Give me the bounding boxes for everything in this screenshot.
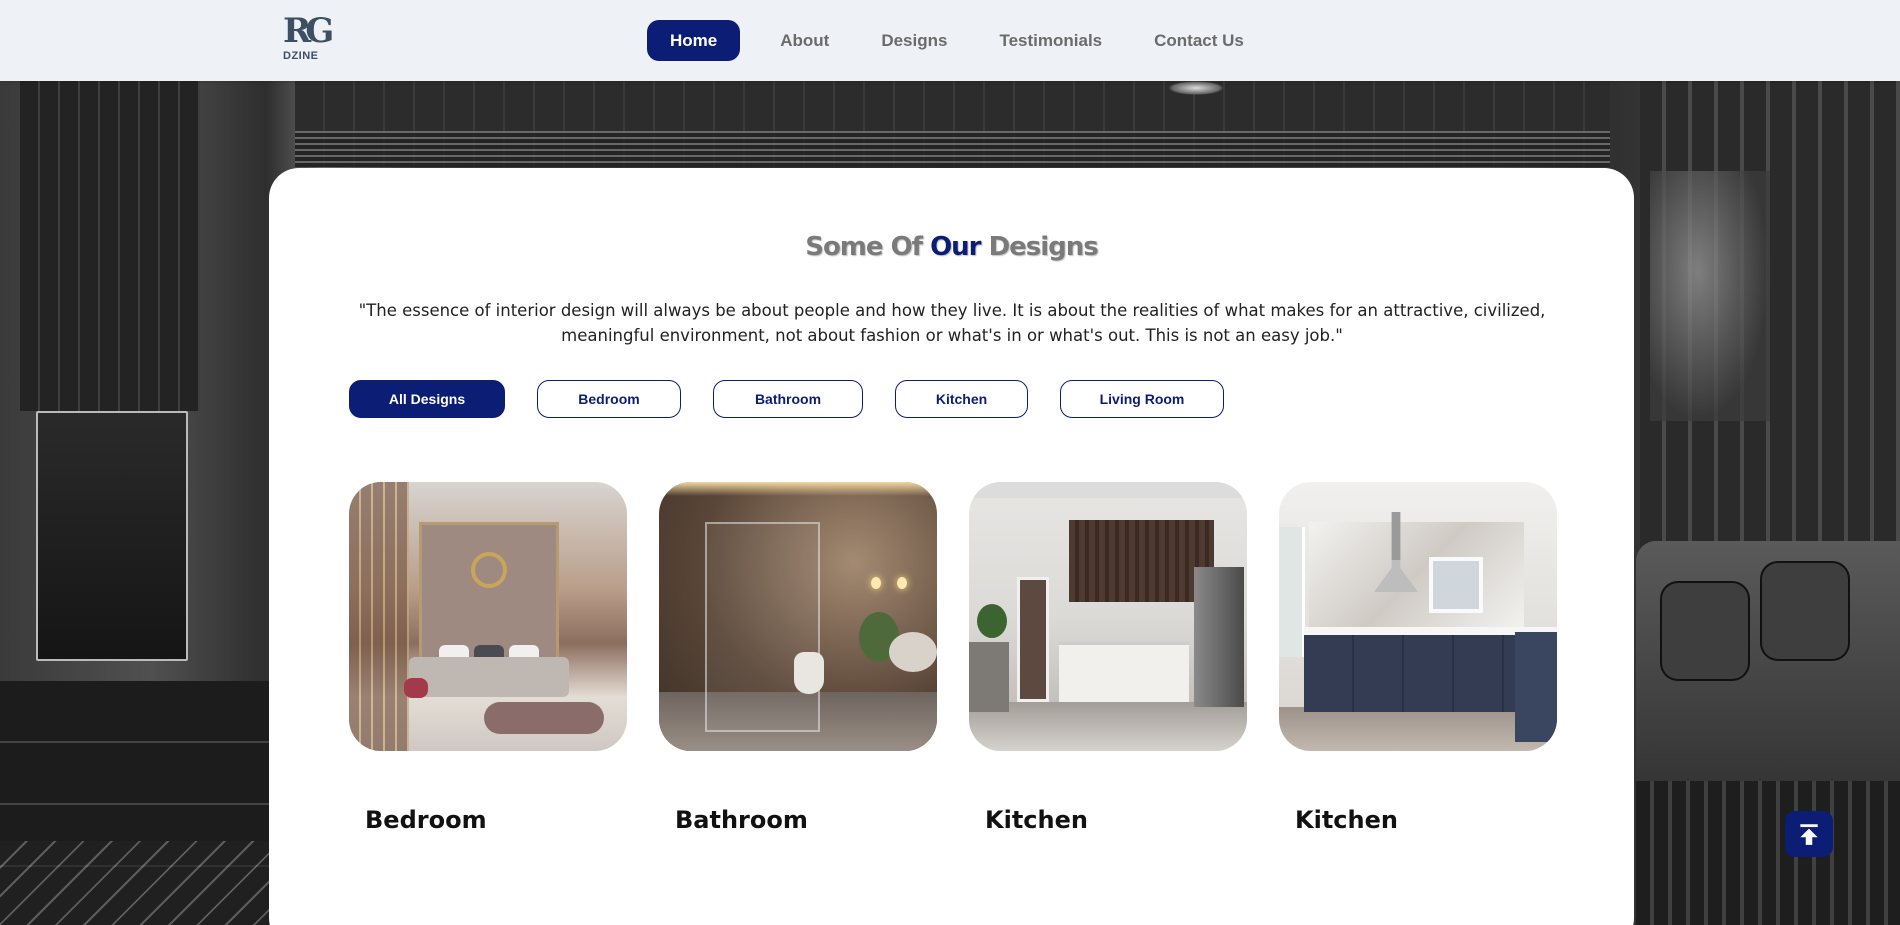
- title-part-1: Some Of: [805, 232, 923, 262]
- background-ceiling-lines: [295, 131, 1610, 167]
- design-filters: All Designs Bedroom Bathroom Kitchen Liv…: [349, 380, 1256, 418]
- background-tv: [36, 411, 188, 661]
- filter-living-room[interactable]: Living Room: [1060, 380, 1224, 418]
- designs-section: Some Of Our Designs "The essence of inte…: [269, 168, 1634, 925]
- arrow-up-to-line-icon: [1800, 824, 1818, 845]
- filter-kitchen[interactable]: Kitchen: [895, 380, 1028, 418]
- design-card-bathroom[interactable]: Bathroom: [659, 482, 937, 834]
- nav-about[interactable]: About: [766, 20, 843, 61]
- nav-contact-us[interactable]: Contact Us: [1140, 20, 1258, 61]
- site-header: RG DZINE Home About Designs Testimonials…: [0, 0, 1900, 81]
- nav-testimonials[interactable]: Testimonials: [985, 20, 1116, 61]
- design-card-kitchen[interactable]: Kitchen: [1279, 482, 1557, 834]
- design-card-label: Kitchen: [1295, 806, 1398, 834]
- designs-grid: Bedroom Bathroom Kitchen Kitchen: [349, 482, 1589, 834]
- background-right-art: [1650, 171, 1770, 421]
- logo-mark: RG: [283, 11, 334, 51]
- background-floor: [0, 841, 300, 925]
- background-cushion: [1660, 581, 1750, 681]
- bedroom-image[interactable]: [349, 482, 627, 751]
- filter-bathroom[interactable]: Bathroom: [713, 380, 863, 418]
- background-sofa-base: [1636, 781, 1900, 925]
- title-part-2: Designs: [988, 232, 1099, 262]
- filter-bedroom[interactable]: Bedroom: [537, 380, 681, 418]
- kitchen-image[interactable]: [969, 482, 1247, 751]
- main-nav: Home About Designs Testimonials Contact …: [647, 20, 1282, 61]
- back-to-top-button[interactable]: [1785, 811, 1833, 857]
- bathroom-image[interactable]: [659, 482, 937, 751]
- nav-home[interactable]: Home: [647, 20, 741, 61]
- section-quote: "The essence of interior design will alw…: [358, 301, 1546, 345]
- background-left-wall: [20, 81, 200, 411]
- design-card-kitchen[interactable]: Kitchen: [969, 482, 1247, 834]
- nav-designs[interactable]: Designs: [867, 20, 961, 61]
- filter-all-designs[interactable]: All Designs: [349, 380, 505, 418]
- section-title: Some Of Our Designs: [269, 232, 1634, 262]
- design-card-label: Bathroom: [675, 806, 808, 834]
- site-logo[interactable]: RG DZINE: [283, 11, 334, 68]
- logo-wordmark: DZINE: [283, 50, 319, 62]
- background-cushion: [1760, 561, 1850, 661]
- design-card-bedroom[interactable]: Bedroom: [349, 482, 627, 834]
- design-card-label: Kitchen: [985, 806, 1088, 834]
- kitchen-image[interactable]: [1279, 482, 1557, 751]
- design-card-label: Bedroom: [365, 806, 487, 834]
- title-accent: Our: [930, 232, 981, 262]
- background-chandelier: [1168, 81, 1224, 95]
